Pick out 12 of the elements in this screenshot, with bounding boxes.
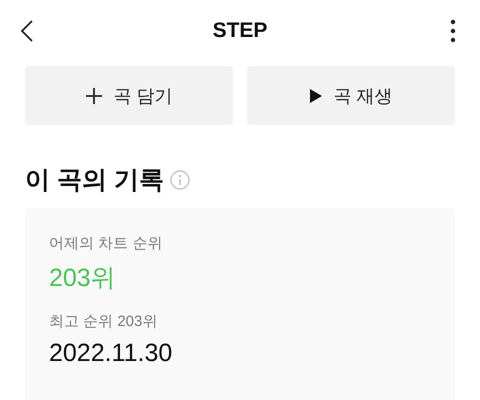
page-title: STEP xyxy=(212,19,268,43)
stat-value: 203위 xyxy=(49,263,117,294)
play-icon xyxy=(309,88,324,104)
section-title: 이 곡의 기록 xyxy=(25,165,164,196)
play-button[interactable]: 곡 재생 xyxy=(247,66,455,125)
add-button[interactable]: 곡 담기 xyxy=(25,66,233,125)
back-icon[interactable] xyxy=(20,19,34,43)
plus-icon xyxy=(85,86,104,104)
stat-value: 2022.11.30 xyxy=(49,339,174,368)
stat-label: 최고 순위 203위 xyxy=(49,312,158,331)
stat-label: 어제의 차트 순위 xyxy=(49,234,164,253)
more-icon[interactable] xyxy=(450,19,456,43)
